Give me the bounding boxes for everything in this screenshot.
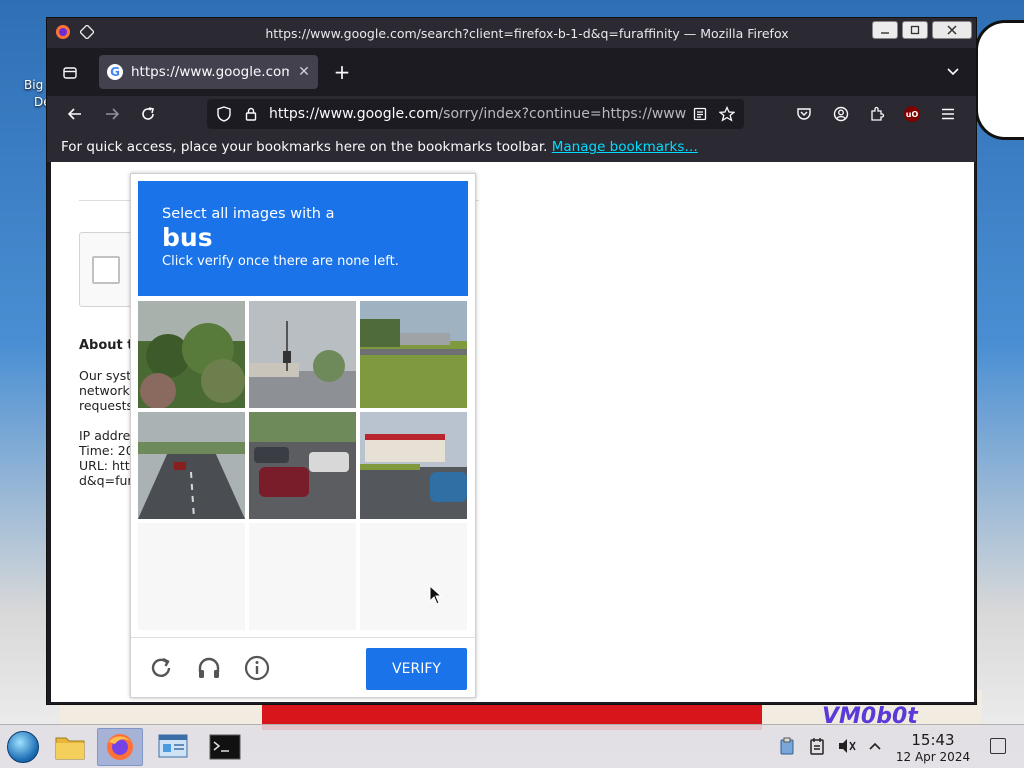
chevron-down-icon[interactable]	[942, 61, 964, 83]
ublock-origin-icon[interactable]: uO	[900, 102, 924, 126]
image-grid	[138, 301, 468, 631]
image-tile[interactable]	[249, 301, 356, 408]
extensions-icon[interactable]	[865, 102, 889, 126]
firefox-icon	[107, 734, 133, 760]
firefox-view-icon[interactable]	[59, 62, 81, 84]
reader-view-icon[interactable]	[692, 106, 708, 122]
firefox-icon[interactable]	[53, 22, 73, 42]
verify-button[interactable]: VERIFY	[366, 648, 467, 690]
reload-icon[interactable]	[136, 102, 160, 126]
clock-date: 12 Apr 2024	[895, 750, 971, 764]
pocket-icon[interactable]	[792, 102, 816, 126]
close-tab-icon[interactable]: ✕	[295, 64, 313, 80]
file-manager-taskbar-item[interactable]	[47, 728, 93, 766]
image-tile[interactable]	[249, 412, 356, 519]
headphones-icon[interactable]	[195, 654, 223, 682]
lock-icon[interactable]	[243, 106, 259, 122]
challenge-instruction: Select all images with a	[162, 206, 335, 222]
account-icon[interactable]	[829, 102, 853, 126]
minimize-button[interactable]	[872, 21, 898, 39]
bookmark-star-icon[interactable]	[719, 106, 735, 122]
notes-icon[interactable]	[808, 737, 826, 755]
image-tile[interactable]	[138, 301, 245, 408]
clock-time: 15:43	[911, 731, 955, 749]
wallpaper-cloud	[975, 20, 1024, 140]
image-tile[interactable]	[360, 412, 467, 519]
challenge-header: Select all images with a bus Click verif…	[138, 181, 468, 296]
divider	[131, 637, 475, 638]
navigation-toolbar: https://www.google.com/sorry/index?conti…	[47, 96, 976, 132]
challenge-subinstruction: Click verify once there are none left.	[162, 254, 399, 269]
start-orb-icon	[7, 731, 39, 763]
settings-window-icon	[158, 734, 188, 758]
folder-icon	[55, 737, 85, 760]
show-desktop-button[interactable]	[990, 738, 1006, 754]
image-tile-empty[interactable]	[138, 523, 245, 630]
image-tile-empty[interactable]	[360, 523, 467, 630]
volume-muted-icon[interactable]	[838, 737, 856, 755]
desktop-icon-label[interactable]: Big	[24, 78, 43, 92]
url-domain: https://www.google.com	[269, 106, 439, 122]
url-text[interactable]: https://www.google.com/sorry/index?conti…	[269, 106, 689, 122]
chevron-up-icon[interactable]	[866, 737, 884, 755]
url-path: /sorry/index?continue=https://www	[438, 106, 687, 122]
manage-bookmarks-link[interactable]: Manage bookmarks…	[552, 139, 698, 155]
clock[interactable]: 15:43 12 Apr 2024	[893, 731, 973, 764]
terminal-taskbar-item[interactable]	[202, 728, 248, 766]
bookmarks-message: For quick access, place your bookmarks h…	[61, 139, 548, 155]
challenge-keyword: bus	[162, 223, 213, 252]
info-icon[interactable]	[243, 654, 271, 682]
window-titlebar[interactable]: https://www.google.com/search?client=fir…	[47, 18, 976, 48]
image-tile-empty[interactable]	[249, 523, 356, 630]
back-arrow-icon[interactable]	[63, 102, 87, 126]
refresh-icon[interactable]	[147, 654, 175, 682]
bookmarks-toolbar: For quick access, place your bookmarks h…	[47, 132, 976, 162]
forward-arrow-icon[interactable]	[100, 102, 124, 126]
start-button[interactable]	[0, 728, 46, 766]
pin-icon[interactable]	[77, 22, 97, 42]
image-tile[interactable]	[360, 301, 467, 408]
hamburger-menu-icon[interactable]	[936, 102, 960, 126]
shield-icon[interactable]	[216, 106, 232, 122]
taskbar: 15:43 12 Apr 2024	[0, 724, 1024, 768]
recaptcha-checkbox[interactable]	[92, 256, 120, 284]
close-window-button[interactable]	[932, 21, 972, 39]
firefox-taskbar-item[interactable]	[97, 728, 143, 766]
google-g-icon: G	[107, 64, 123, 80]
clipboard-icon[interactable]	[778, 737, 796, 755]
tab-title: https://www.google.com/	[131, 64, 289, 80]
recaptcha-challenge: Select all images with a bus Click verif…	[130, 173, 476, 698]
mouse-cursor-icon	[429, 585, 443, 605]
tab-bar: G https://www.google.com/ ✕ +	[47, 48, 976, 96]
tab-google[interactable]: G https://www.google.com/ ✕	[99, 55, 318, 89]
system-settings-taskbar-item[interactable]	[150, 728, 196, 766]
url-bar[interactable]: https://www.google.com/sorry/index?conti…	[207, 99, 744, 129]
window-title: https://www.google.com/search?client=fir…	[265, 26, 789, 41]
image-tile[interactable]	[138, 412, 245, 519]
new-tab-icon[interactable]: +	[331, 60, 353, 84]
maximize-button[interactable]	[902, 21, 928, 39]
terminal-icon	[209, 734, 241, 760]
